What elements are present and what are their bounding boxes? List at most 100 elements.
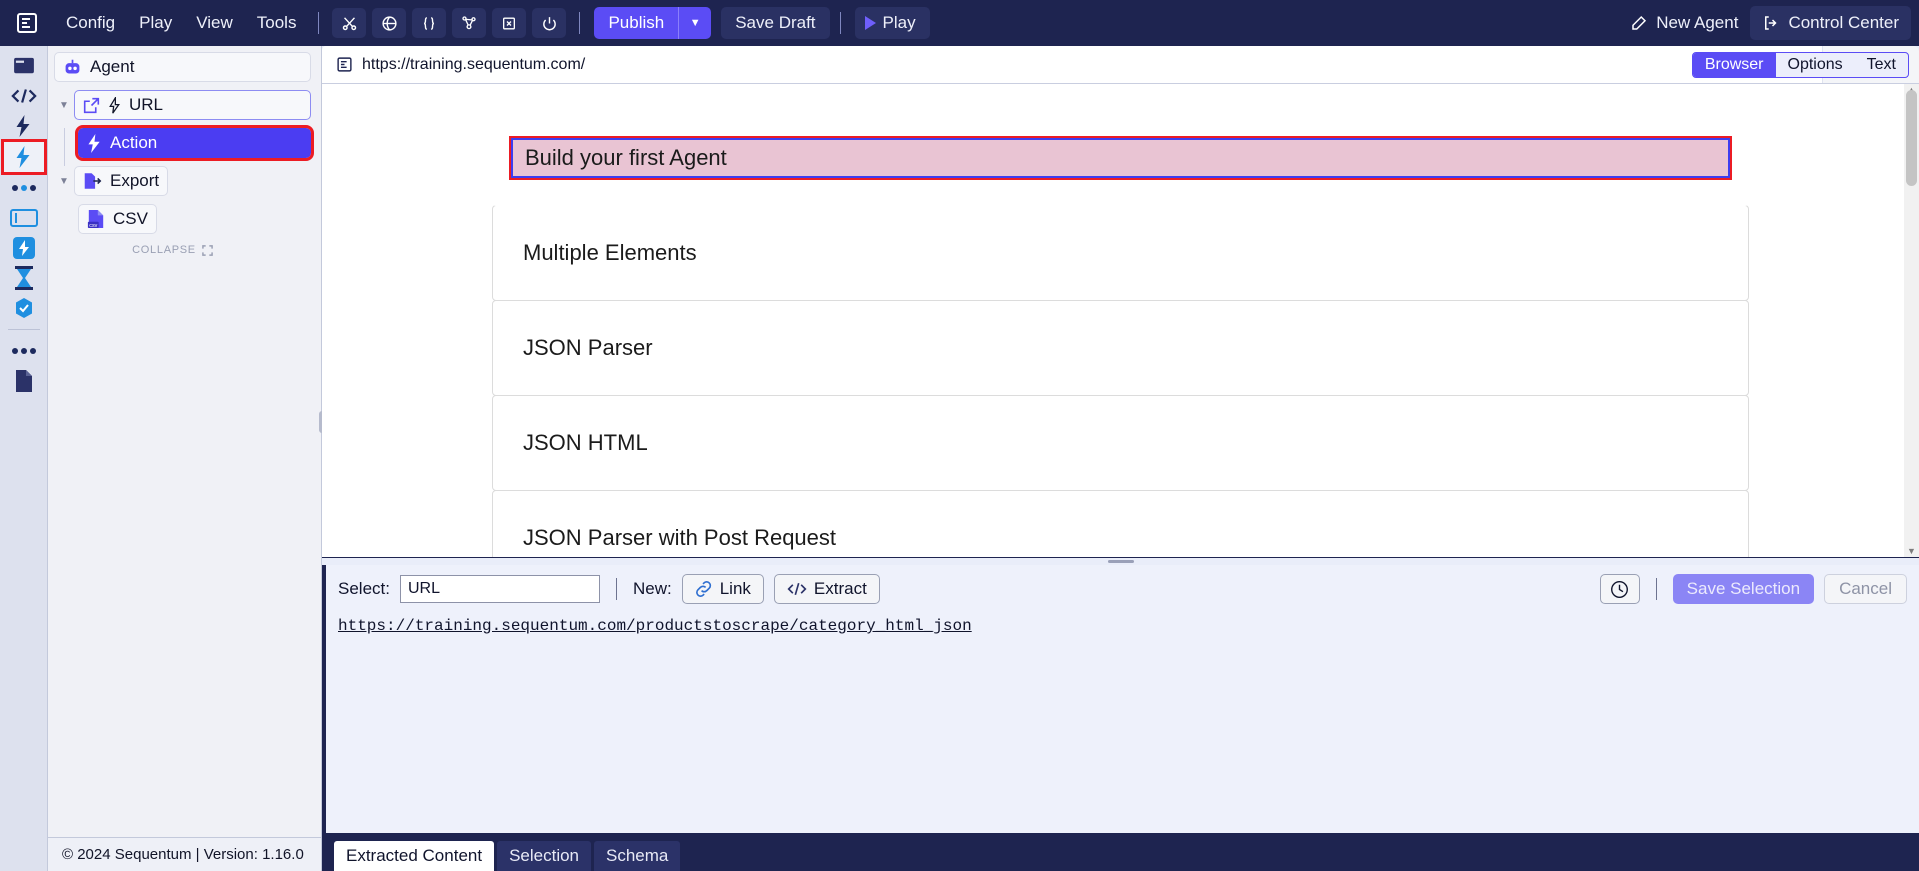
tree-node-csv[interactable]: csv CSV <box>78 204 157 234</box>
tree-node-export[interactable]: Export <box>74 166 169 196</box>
chevron-down-icon[interactable]: ▼ <box>679 7 712 39</box>
page-card[interactable]: JSON HTML <box>492 395 1749 491</box>
tree-row-csv: csv CSV <box>54 204 311 242</box>
tree-indent-guide-2 <box>64 204 78 242</box>
tab-extracted-content[interactable]: Extracted Content <box>334 841 495 871</box>
page-scroll-thumb[interactable] <box>1906 90 1917 186</box>
code-icon[interactable] <box>4 82 44 110</box>
url-bar[interactable]: https://training.sequentum.com/ <box>322 46 1822 83</box>
scroll-down-arrow-icon[interactable]: ▼ <box>1906 546 1917 556</box>
page-card[interactable]: Multiple Elements <box>492 205 1749 301</box>
chevron-down-icon-url[interactable]: ▼ <box>54 90 74 120</box>
lightning-dark-icon[interactable] <box>4 112 44 140</box>
new-agent-button[interactable]: New Agent <box>1618 6 1750 40</box>
menu-config[interactable]: Config <box>54 7 127 39</box>
control-center-button[interactable]: Control Center <box>1750 6 1911 40</box>
selection-toolbar: Select: URL New: Link Extract Save Selec… <box>326 565 1919 613</box>
tree-node-url-label: URL <box>129 95 164 114</box>
tab-text[interactable]: Text <box>1855 53 1908 77</box>
more-dots-icon[interactable] <box>4 337 44 365</box>
toolbar-divider <box>318 12 320 34</box>
globe-icon[interactable] <box>372 8 407 38</box>
page-card[interactable]: JSON Parser with Post Request <box>492 490 1749 557</box>
collapse-icon <box>202 244 213 256</box>
page-card-highlighted[interactable]: Build your first Agent <box>492 110 1749 206</box>
link-chain-icon <box>695 581 711 597</box>
tree-node-action[interactable]: Action <box>75 125 314 161</box>
check-badge-icon[interactable] <box>4 294 44 322</box>
exit-arrow-icon <box>1765 16 1777 30</box>
page-card-title: Multiple Elements <box>523 240 697 265</box>
main-content: https://training.sequentum.com/ Success … <box>322 46 1919 871</box>
panel-icon[interactable] <box>4 52 44 80</box>
tree-node-url[interactable]: URL <box>74 90 311 120</box>
cancel-button[interactable]: Cancel <box>1824 574 1907 604</box>
input-field-icon[interactable] <box>4 204 44 232</box>
save-selection-button[interactable]: Save Selection <box>1672 574 1815 604</box>
application-window: Config Play View Tools Publish ▼ Save Dr… <box>0 0 1919 871</box>
splitter-grip <box>1107 560 1134 563</box>
page-card[interactable]: JSON Parser <box>492 300 1749 396</box>
lightning-icon <box>88 133 100 153</box>
code-angle-icon <box>787 582 807 596</box>
page-card-title: JSON Parser <box>523 335 653 360</box>
collapse-tree-button[interactable]: COLLAPSE <box>54 244 311 256</box>
collapse-label: COLLAPSE <box>132 244 196 256</box>
page-card-list: Build your first Agent Multiple Elements… <box>322 84 1919 557</box>
chevron-down-icon-export[interactable]: ▼ <box>54 166 74 196</box>
power-icon[interactable] <box>532 8 567 38</box>
page-card-title: JSON HTML <box>523 430 648 455</box>
rail-divider <box>7 329 40 330</box>
tab-options[interactable]: Options <box>1776 53 1855 77</box>
agent-tree-panel: Agent ▼ URL Action ▼ Export csv CSV COLL… <box>48 46 325 871</box>
play-button[interactable]: Play <box>854 7 930 39</box>
new-link-button[interactable]: Link <box>681 574 764 604</box>
menu-view[interactable]: View <box>184 7 245 39</box>
publish-button-group[interactable]: Publish ▼ <box>594 7 712 39</box>
selected-url-link[interactable]: https://training.sequentum.com/productst… <box>326 613 1919 635</box>
tree-root-label: Agent <box>90 57 135 76</box>
lightning-blue-icon[interactable] <box>0 139 47 175</box>
history-button[interactable] <box>1599 574 1640 604</box>
selection-panel: Select: URL New: Link Extract Save Selec… <box>322 565 1919 833</box>
code-braces-icon[interactable] <box>412 8 447 38</box>
selection-results-area <box>326 635 1919 833</box>
hourglass-icon[interactable] <box>4 264 44 292</box>
panel-splitter[interactable] <box>322 558 1919 565</box>
close-file-icon[interactable] <box>492 8 527 38</box>
main-body: Agent ▼ URL Action ▼ Export csv CSV COLL… <box>0 46 1919 871</box>
tab-selection[interactable]: Selection <box>497 841 592 871</box>
document-icon[interactable] <box>4 367 44 395</box>
tools-scissors-icon[interactable] <box>332 8 367 38</box>
select-label: Select: <box>338 579 390 598</box>
svg-text:csv: csv <box>89 223 97 229</box>
clock-history-icon <box>1611 580 1629 598</box>
new-agent-label: New Agent <box>1656 13 1739 32</box>
tab-schema[interactable]: Schema <box>594 841 681 871</box>
save-draft-button[interactable]: Save Draft <box>721 7 830 39</box>
selection-divider-2 <box>1655 578 1657 600</box>
tree-node-export-label: Export <box>110 171 160 190</box>
sequentum-logo-icon[interactable] <box>10 6 44 40</box>
top-toolbar: Config Play View Tools Publish ▼ Save Dr… <box>0 0 1919 46</box>
tree-root-agent[interactable]: Agent <box>54 52 311 82</box>
csv-file-icon: csv <box>87 210 104 229</box>
export-icon <box>84 173 102 189</box>
menu-play[interactable]: Play <box>127 7 184 39</box>
menu-tools[interactable]: Tools <box>245 7 309 39</box>
external-link-icon <box>83 97 100 113</box>
tab-browser[interactable]: Browser <box>1692 53 1776 77</box>
select-input[interactable]: URL <box>399 575 600 603</box>
lightning-square-icon[interactable] <box>4 234 44 262</box>
view-mode-toggle: Browser Options Text <box>1691 52 1909 78</box>
publish-button[interactable]: Publish <box>594 7 680 39</box>
new-extract-button[interactable]: Extract <box>773 574 880 604</box>
graph-nodes-icon[interactable] <box>452 8 487 38</box>
page-scrollbar[interactable]: ▲ ▼ <box>1904 84 1919 557</box>
bottom-tabs: Extracted Content Selection Schema <box>322 833 1919 871</box>
three-dots-small-icon[interactable] <box>4 174 44 202</box>
url-text: https://training.sequentum.com/ <box>362 55 586 73</box>
tool-rail <box>0 46 48 871</box>
play-triangle-icon <box>864 16 876 30</box>
robot-icon <box>65 59 80 74</box>
